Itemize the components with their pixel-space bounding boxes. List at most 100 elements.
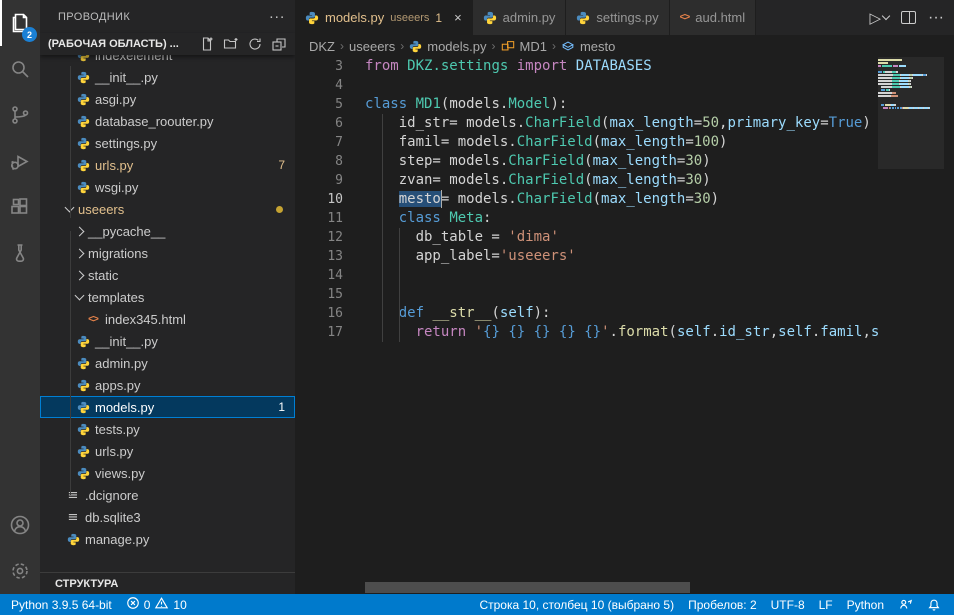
search-icon[interactable] bbox=[0, 46, 40, 92]
warning-count: 10 bbox=[173, 598, 186, 612]
minimap-rows bbox=[878, 57, 944, 109]
tree-item-urls.py[interactable]: urls.py bbox=[40, 440, 295, 462]
tree-item-label: __pycache__ bbox=[88, 224, 165, 239]
main-area: 2 bbox=[0, 0, 954, 594]
tree-item-label: templates bbox=[88, 290, 144, 305]
tree-item-db.sqlite3[interactable]: ≡db.sqlite3 bbox=[40, 506, 295, 528]
status-right: Строка 10, столбец 10 (выбрано 5) Пробел… bbox=[472, 594, 954, 615]
breadcrumb-item-models.py[interactable]: models.py bbox=[427, 39, 486, 54]
tree-item-label: admin.py bbox=[95, 356, 148, 371]
line-number: 17 bbox=[295, 323, 343, 342]
eol-status[interactable]: LF bbox=[812, 594, 840, 615]
breadcrumb-item-MD1[interactable]: MD1 bbox=[520, 39, 547, 54]
explorer-badge: 2 bbox=[22, 27, 37, 42]
tree-item-label: apps.py bbox=[95, 378, 141, 393]
tree-item-static[interactable]: static bbox=[40, 264, 295, 286]
line-number: 7 bbox=[295, 133, 343, 152]
encoding-status[interactable]: UTF-8 bbox=[764, 594, 812, 615]
minimap[interactable] bbox=[878, 57, 944, 594]
tab-settings.py[interactable]: settings.py bbox=[566, 0, 669, 35]
tree-item-database_roouter.py[interactable]: database_roouter.py bbox=[40, 110, 295, 132]
collapse-all-icon[interactable] bbox=[271, 36, 287, 52]
code-line-5[interactable]: 5class MD1(models.Model): bbox=[295, 95, 878, 114]
new-folder-icon[interactable] bbox=[223, 36, 239, 52]
feedback-icon[interactable] bbox=[891, 594, 920, 615]
testing-icon[interactable] bbox=[0, 230, 40, 276]
notifications-bell-icon[interactable] bbox=[920, 594, 948, 615]
tree-item-label: manage.py bbox=[85, 532, 149, 547]
breadcrumb-item-mesto[interactable]: mesto bbox=[580, 39, 615, 54]
explorer-icon[interactable]: 2 bbox=[0, 0, 40, 46]
new-file-icon[interactable] bbox=[199, 36, 215, 52]
run-button[interactable]: ▷ bbox=[869, 9, 889, 27]
python-icon bbox=[77, 93, 90, 106]
tree-indent-guide bbox=[70, 231, 71, 495]
python-icon bbox=[77, 423, 90, 436]
tree-item-urls.py[interactable]: urls.py7 bbox=[40, 154, 295, 176]
tree-item-admin.py[interactable]: admin.py bbox=[40, 352, 295, 374]
breadcrumb-item-DKZ[interactable]: DKZ bbox=[309, 39, 335, 54]
tab-label: models.py bbox=[325, 10, 384, 25]
tree-item-manage.py[interactable]: manage.py bbox=[40, 528, 295, 550]
run-dropdown-chevron-icon[interactable] bbox=[882, 12, 890, 20]
tab-problem-badge: 1 bbox=[435, 11, 442, 25]
tab-models.py[interactable]: models.pyuseeers1× bbox=[295, 0, 473, 35]
tree-item-tests.py[interactable]: tests.py bbox=[40, 418, 295, 440]
python-icon bbox=[305, 11, 319, 25]
explorer-more-icon[interactable]: ··· bbox=[269, 8, 285, 25]
status-bar: Python 3.9.5 64-bit 0 10 Строка 10, стол… bbox=[0, 594, 954, 615]
workspace-section-header[interactable]: (РАБОЧАЯ ОБЛАСТЬ) ... bbox=[40, 33, 295, 55]
breadcrumb-python-icon bbox=[409, 40, 422, 53]
refresh-icon[interactable] bbox=[247, 36, 263, 52]
split-editor-icon[interactable] bbox=[901, 11, 916, 24]
tree-item-models.py[interactable]: models.py1 bbox=[40, 396, 295, 418]
error-count: 0 bbox=[144, 598, 151, 612]
indentation-status[interactable]: Пробелов: 2 bbox=[681, 594, 764, 615]
language-mode-status[interactable]: Python bbox=[840, 594, 891, 615]
source-control-icon[interactable] bbox=[0, 92, 40, 138]
python-icon bbox=[77, 445, 90, 458]
tree-item-useeers[interactable]: useeers bbox=[40, 198, 295, 220]
run-and-debug-icon[interactable] bbox=[0, 138, 40, 184]
tab-aud.html[interactable]: <>aud.html bbox=[670, 0, 757, 35]
problems-status[interactable]: 0 10 bbox=[119, 594, 194, 615]
tree-item-label: useeers bbox=[78, 202, 124, 217]
python-version-status[interactable]: Python 3.9.5 64-bit bbox=[4, 594, 119, 615]
tree-item-label: views.py bbox=[95, 466, 145, 481]
tree-item-settings.py[interactable]: settings.py bbox=[40, 132, 295, 154]
tree-item-.dcignore[interactable]: ≡.dcignore bbox=[40, 484, 295, 506]
line-number: 15 bbox=[295, 285, 343, 304]
tree-item-__init__.py[interactable]: __init__.py bbox=[40, 330, 295, 352]
line-number: 6 bbox=[295, 114, 343, 133]
account-icon[interactable] bbox=[0, 502, 40, 548]
tree-item-__init__.py[interactable]: __init__.py bbox=[40, 66, 295, 88]
close-icon[interactable]: × bbox=[454, 10, 462, 25]
editor-more-icon[interactable]: ··· bbox=[928, 9, 944, 27]
code-line-3[interactable]: 3from DKZ.settings import DATABASES bbox=[295, 57, 878, 76]
code-line-4[interactable]: 4 bbox=[295, 76, 878, 95]
tree-item-indexelement[interactable]: indexelement bbox=[40, 55, 295, 66]
tab-admin.py[interactable]: admin.py bbox=[473, 0, 567, 35]
tree-item-label: urls.py bbox=[95, 158, 133, 173]
tree-item-views.py[interactable]: views.py bbox=[40, 462, 295, 484]
tree-item-migrations[interactable]: migrations bbox=[40, 242, 295, 264]
cursor-position-status[interactable]: Строка 10, столбец 10 (выбрано 5) bbox=[472, 594, 681, 615]
tree-item-label: tests.py bbox=[95, 422, 140, 437]
tree-item-apps.py[interactable]: apps.py bbox=[40, 374, 295, 396]
tree-item-asgi.py[interactable]: asgi.py bbox=[40, 88, 295, 110]
tree-item-templates[interactable]: templates bbox=[40, 286, 295, 308]
horizontal-scrollbar[interactable] bbox=[365, 582, 690, 593]
settings-gear-icon[interactable] bbox=[0, 548, 40, 594]
editor-group: models.py useeers 1 × admin.pysettings.py<>a… bbox=[295, 0, 954, 594]
line-number: 3 bbox=[295, 57, 343, 76]
tree-item-wsgi.py[interactable]: wsgi.py bbox=[40, 176, 295, 198]
tree-item-__pycache__[interactable]: __pycache__ bbox=[40, 220, 295, 242]
explorer-title-row: ПРОВОДНИК ··· bbox=[40, 0, 295, 33]
extensions-icon[interactable] bbox=[0, 184, 40, 230]
breadcrumb-item-useeers[interactable]: useeers bbox=[349, 39, 395, 54]
tree-item-label: __init__.py bbox=[95, 334, 158, 349]
tree-item-label: migrations bbox=[88, 246, 148, 261]
code-area[interactable]: 3from DKZ.settings import DATABASES45cla… bbox=[295, 57, 954, 594]
tree-item-index345.html[interactable]: <>index345.html bbox=[40, 308, 295, 330]
structure-section-header[interactable]: СТРУКТУРА bbox=[40, 572, 295, 594]
